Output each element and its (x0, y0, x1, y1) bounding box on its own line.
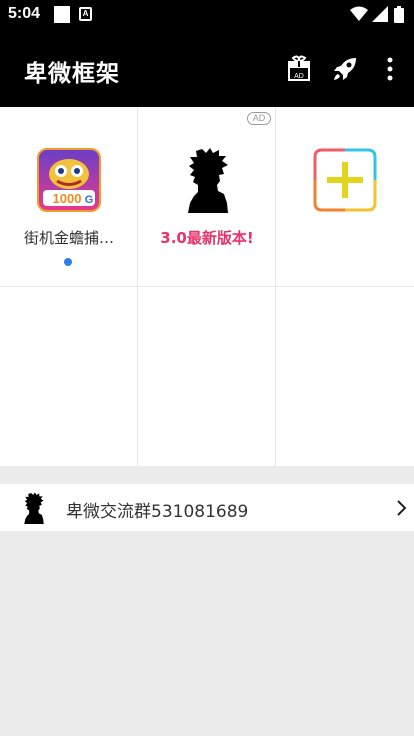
grid-empty-cell (0, 287, 138, 466)
a-badge-icon: A (79, 7, 92, 21)
app-grid: 1000 G 街机金蟾捕… AD 3.0最新版本! (0, 107, 414, 466)
group-row[interactable]: 卑微交流群531081689 (0, 484, 414, 531)
battery-icon (394, 6, 404, 23)
grid-item-label: 街机金蟾捕… (23, 229, 114, 247)
add-app-icon (313, 148, 377, 212)
grid-item-ad[interactable]: AD 3.0最新版本! (138, 107, 276, 287)
grid-item-game[interactable]: 1000 G 街机金蟾捕… (0, 107, 138, 287)
gift-ad-icon[interactable]: AD (286, 54, 312, 82)
more-vertical-icon[interactable] (386, 57, 394, 81)
game-badge-text: 1000 (53, 191, 82, 206)
app-bar: 卑微框架 AD (0, 30, 414, 107)
ad-text: AD (294, 73, 304, 80)
silhouette-icon (24, 492, 44, 524)
group-label: 卑微交流群531081689 (66, 502, 249, 522)
wifi-icon (350, 6, 368, 21)
grid-empty-cell (276, 287, 414, 466)
status-bar: 5:04 A (0, 0, 414, 30)
rocket-icon[interactable] (332, 56, 358, 82)
silhouette-icon (188, 148, 228, 213)
new-indicator-dot (64, 258, 72, 266)
ad-badge: AD (247, 112, 271, 125)
app-title: 卑微框架 (24, 61, 120, 87)
game-app-icon: 1000 G (37, 148, 101, 212)
square-notification-icon (54, 6, 70, 23)
svg-text:G: G (85, 194, 94, 206)
chevron-right-icon (397, 500, 407, 516)
grid-empty-cell (138, 287, 276, 466)
grid-item-add[interactable] (276, 107, 414, 287)
status-time: 5:04 (8, 5, 41, 22)
signal-icon (372, 6, 388, 22)
grid-item-label: 3.0最新版本! (160, 229, 254, 247)
